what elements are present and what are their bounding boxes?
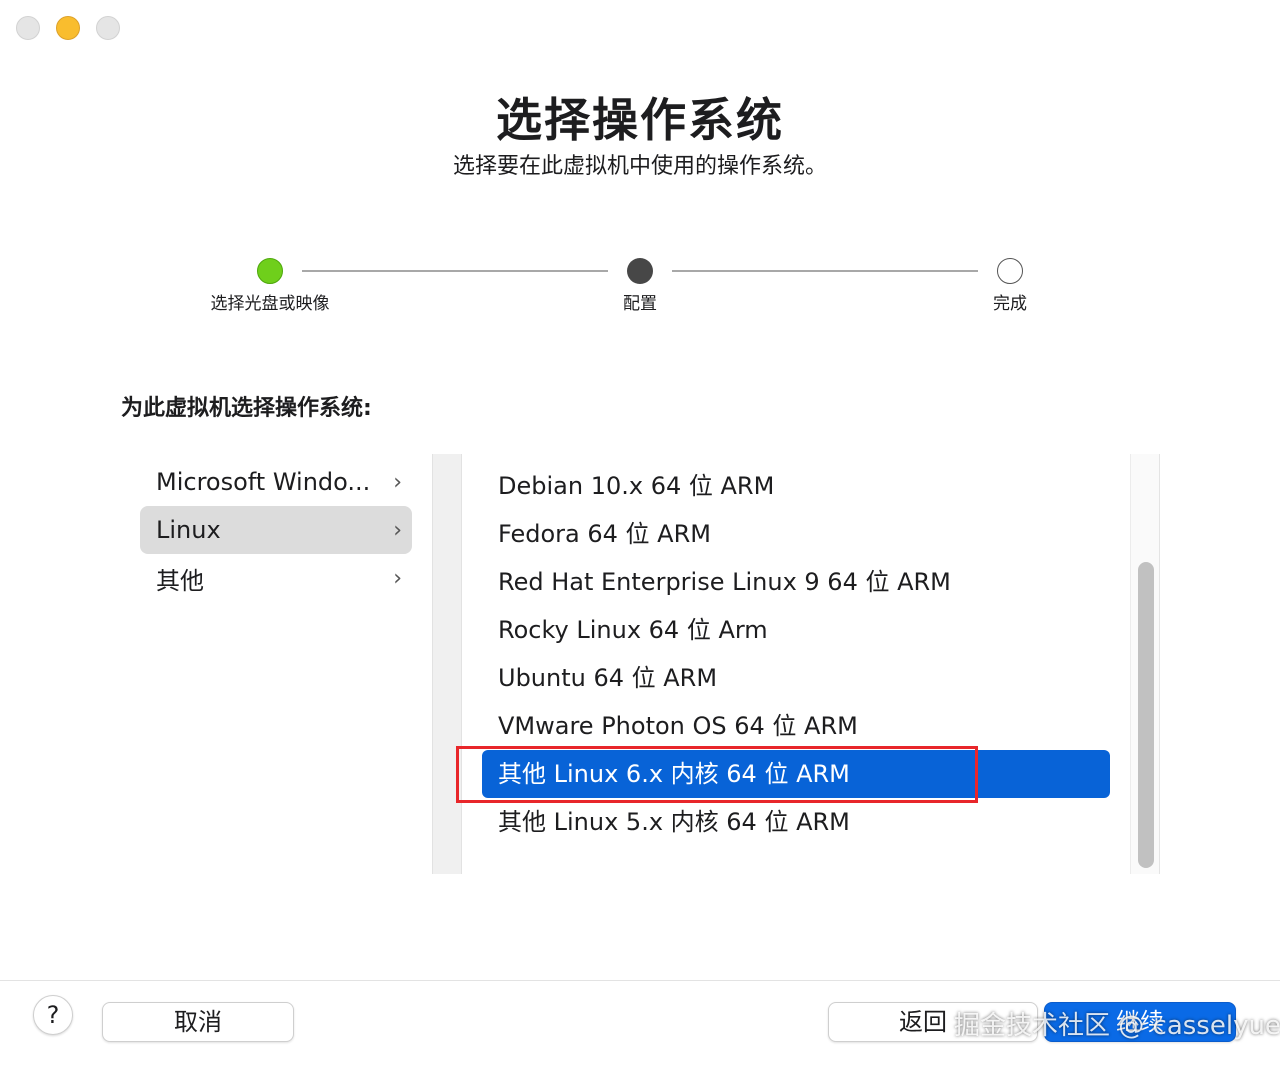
chevron-right-icon: ›: [393, 469, 402, 495]
annotation-highlight-box: [456, 746, 978, 803]
scrollbar-thumb[interactable]: [1138, 562, 1154, 868]
os-item-other-linux-5x[interactable]: 其他 Linux 5.x 内核 64 位 ARM: [482, 798, 1110, 846]
minimize-icon[interactable]: [56, 16, 80, 40]
step-connector: [672, 270, 978, 272]
page-subtitle: 选择要在此虚拟机中使用的操作系统。: [452, 154, 827, 179]
os-select-prompt: 为此虚拟机选择操作系统:: [121, 396, 372, 421]
close-icon[interactable]: [16, 16, 40, 40]
chevron-right-icon: ›: [393, 565, 402, 591]
help-button[interactable]: ?: [33, 995, 73, 1035]
step-label-configure: 配置: [623, 294, 657, 314]
step-label-select-image: 选择光盘或映像: [210, 294, 330, 314]
category-item-linux[interactable]: Linux ›: [140, 506, 412, 554]
window-controls: [16, 16, 120, 40]
step-label-finish: 完成: [993, 294, 1027, 314]
os-category-list: Microsoft Windo... › Linux › 其他 ›: [140, 458, 412, 602]
back-button-label: 返回: [899, 1008, 947, 1036]
os-item-rocky[interactable]: Rocky Linux 64 位 Arm: [482, 606, 1110, 654]
chevron-right-icon: ›: [393, 517, 402, 543]
os-item-fedora[interactable]: Fedora 64 位 ARM: [482, 510, 1110, 558]
zoom-icon[interactable]: [96, 16, 120, 40]
cancel-button[interactable]: 取消: [102, 1002, 294, 1042]
step-connector: [302, 270, 608, 272]
step-done-indicator: [257, 258, 283, 284]
os-item-photon[interactable]: VMware Photon OS 64 位 ARM: [482, 702, 1110, 750]
step-current-indicator: [627, 258, 653, 284]
pane-divider[interactable]: [432, 454, 462, 874]
watermark: 掘金技术社区 @ casselyue: [954, 1011, 1280, 1041]
category-item-windows[interactable]: Microsoft Windo... ›: [140, 458, 412, 506]
category-label: Microsoft Windo...: [156, 468, 371, 496]
page-title: 选择操作系统: [496, 93, 784, 147]
step-todo-indicator: [997, 258, 1023, 284]
os-item-rhel[interactable]: Red Hat Enterprise Linux 9 64 位 ARM: [482, 558, 1110, 606]
category-item-other[interactable]: 其他 ›: [140, 554, 412, 602]
footer-divider: [0, 980, 1280, 981]
os-item-debian[interactable]: Debian 10.x 64 位 ARM: [482, 462, 1110, 510]
category-label: 其他: [156, 566, 204, 595]
category-label: Linux: [156, 516, 221, 544]
os-item-ubuntu[interactable]: Ubuntu 64 位 ARM: [482, 654, 1110, 702]
